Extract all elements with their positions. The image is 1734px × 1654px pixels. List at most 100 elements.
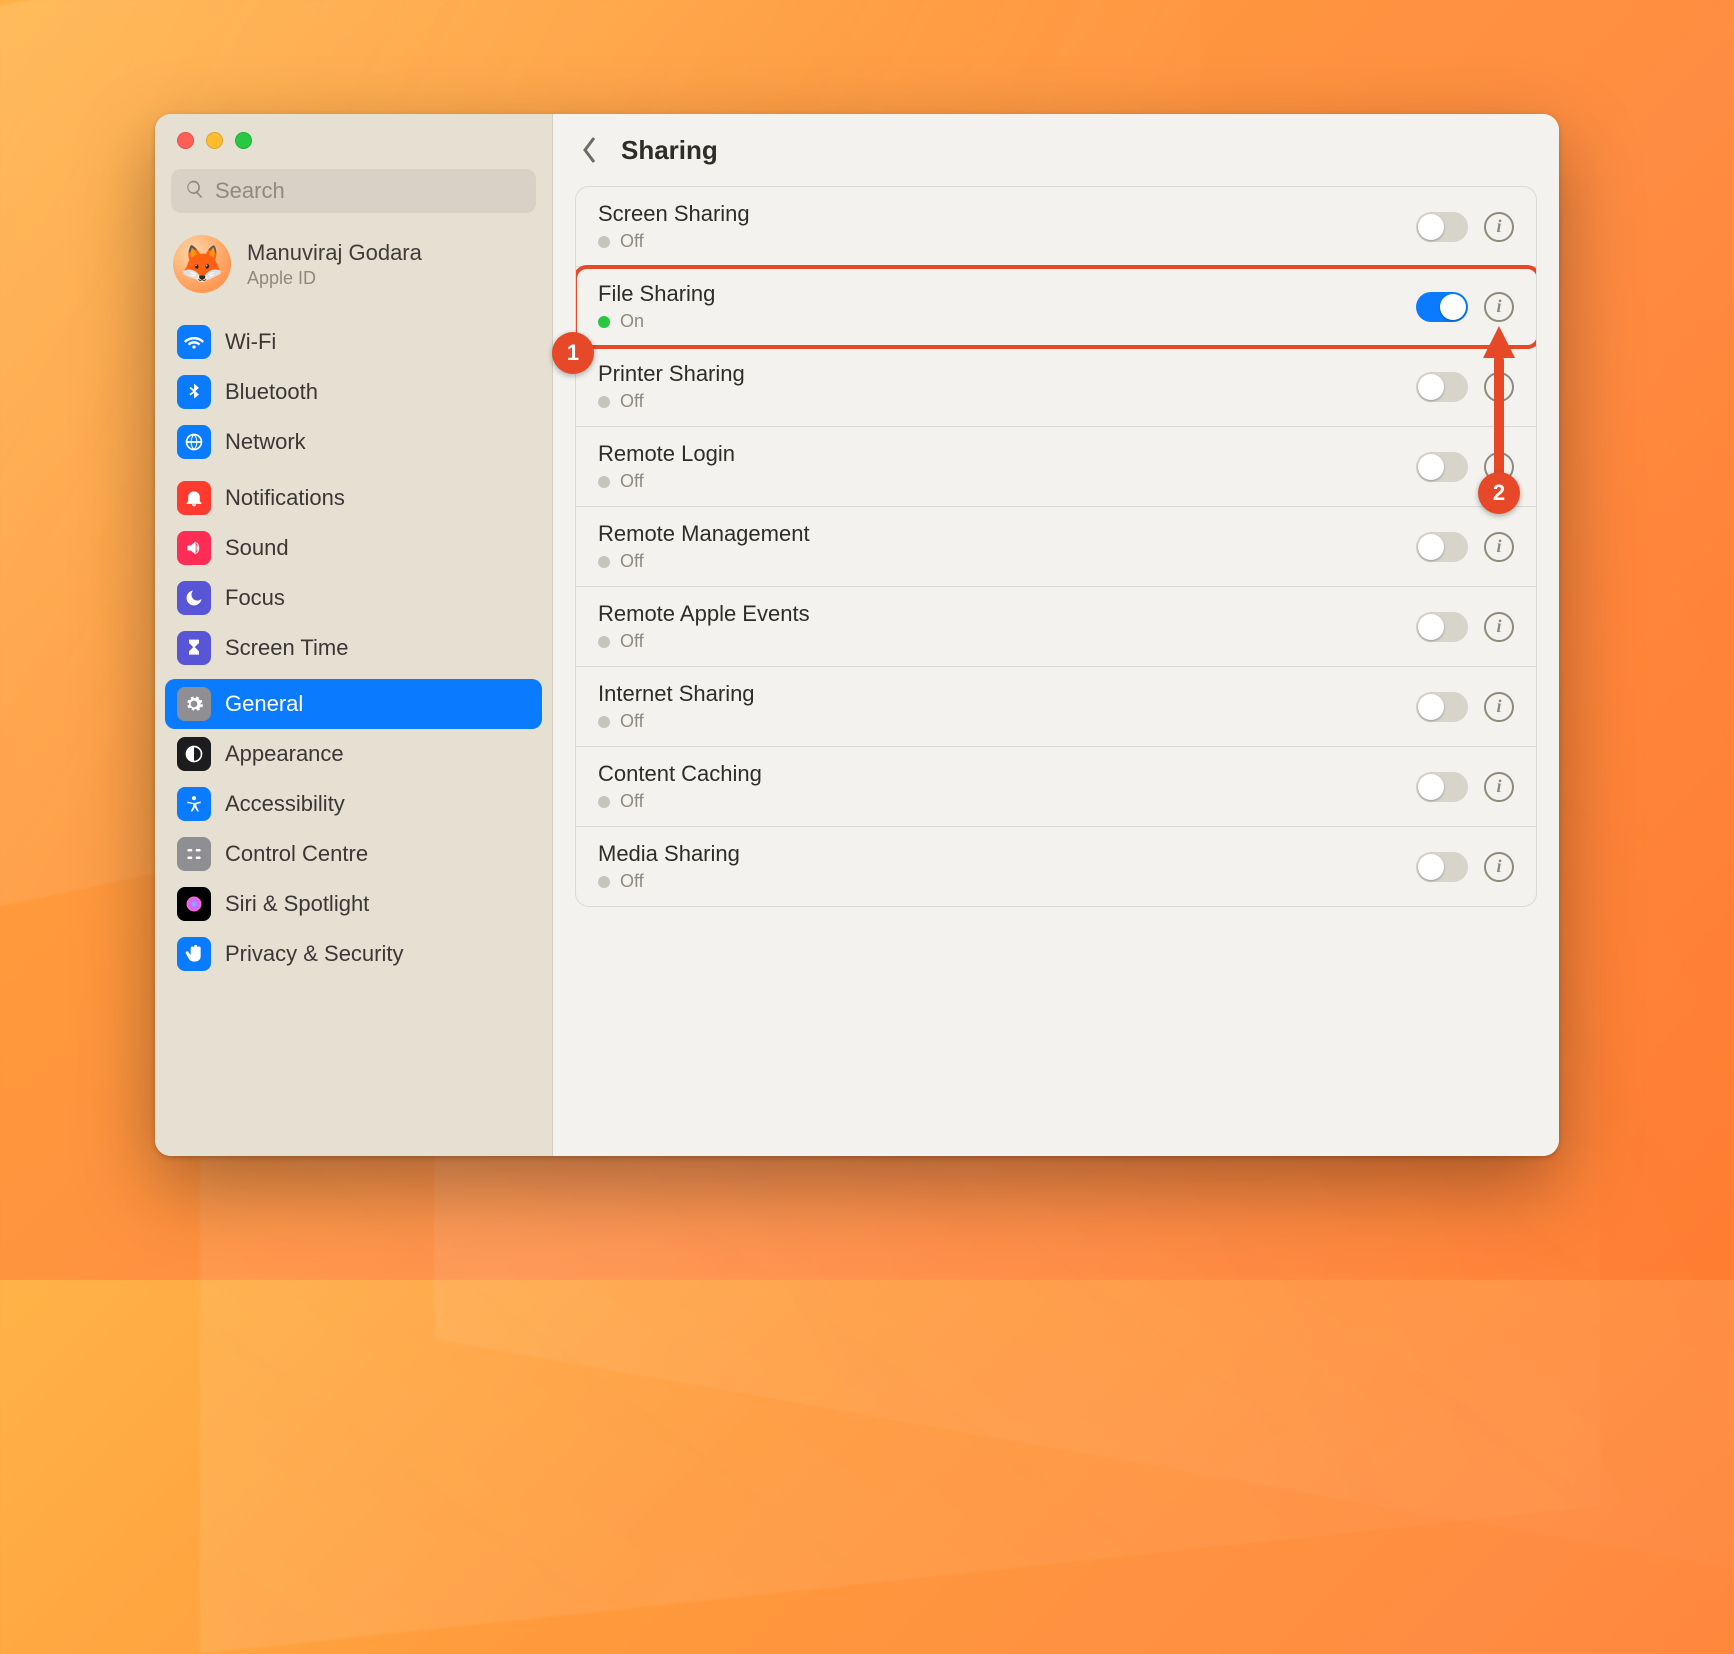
- moon-icon: [177, 581, 211, 615]
- sidebar-item-screen-time[interactable]: Screen Time: [165, 623, 542, 673]
- sidebar-nav: Wi-Fi Bluetooth Network Notifications Sound F…: [155, 311, 552, 979]
- sharing-row-file-sharing: File SharingOni: [576, 266, 1536, 346]
- row-title: Remote Apple Events: [598, 601, 1416, 627]
- sidebar-item-control-centre[interactable]: Control Centre: [165, 829, 542, 879]
- annotation-badge-2: 2: [1478, 472, 1520, 514]
- row-title: Printer Sharing: [598, 361, 1416, 387]
- status-dot: [598, 876, 610, 888]
- row-title: Media Sharing: [598, 841, 1416, 867]
- content-titlebar: Sharing: [553, 114, 1559, 186]
- search-input[interactable]: [215, 178, 522, 204]
- sidebar-item-label: Sound: [225, 535, 289, 561]
- globe-icon: [177, 425, 211, 459]
- sharing-panel: Screen SharingOffiFile SharingOniPrinter…: [575, 186, 1537, 907]
- row-title: Content Caching: [598, 761, 1416, 787]
- bluetooth-icon: [177, 375, 211, 409]
- page-title: Sharing: [621, 135, 718, 166]
- status-text: Off: [620, 231, 644, 252]
- info-button-remote-apple-events[interactable]: i: [1484, 612, 1514, 642]
- info-button-media-sharing[interactable]: i: [1484, 852, 1514, 882]
- info-button-remote-management[interactable]: i: [1484, 532, 1514, 562]
- sidebar-item-wi-fi[interactable]: Wi-Fi: [165, 317, 542, 367]
- sidebar-item-accessibility[interactable]: Accessibility: [165, 779, 542, 829]
- sidebar-item-label: Focus: [225, 585, 285, 611]
- apple-id-account[interactable]: 🦊 Manuviraj Godara Apple ID: [155, 227, 552, 311]
- status-text: Off: [620, 791, 644, 812]
- info-button-internet-sharing[interactable]: i: [1484, 692, 1514, 722]
- sharing-row-remote-management: Remote Management Off i: [576, 506, 1536, 586]
- toggle-internet-sharing[interactable]: [1416, 692, 1468, 722]
- toggle-remote-management[interactable]: [1416, 532, 1468, 562]
- sharing-row-content-caching: Content Caching Off i: [576, 746, 1536, 826]
- sidebar-item-sound[interactable]: Sound: [165, 523, 542, 573]
- sidebar-item-label: Bluetooth: [225, 379, 318, 405]
- sidebar-item-label: Appearance: [225, 741, 344, 767]
- content-pane: Sharing Screen SharingOffiFile SharingOn…: [553, 114, 1559, 1156]
- sidebar-item-privacy-security[interactable]: Privacy & Security: [165, 929, 542, 979]
- status-text: Off: [620, 631, 644, 652]
- sidebar-item-label: Wi-Fi: [225, 329, 276, 355]
- toggle-printer-sharing[interactable]: [1416, 372, 1468, 402]
- close-window-button[interactable]: [177, 132, 194, 149]
- status-dot: [598, 396, 610, 408]
- control-icon: [177, 837, 211, 871]
- wifi-icon: [177, 325, 211, 359]
- row-title: Screen Sharing: [598, 201, 1416, 227]
- toggle-remote-apple-events[interactable]: [1416, 612, 1468, 642]
- sidebar-item-bluetooth[interactable]: Bluetooth: [165, 367, 542, 417]
- sharing-row-remote-login: Remote LoginOffi: [576, 426, 1536, 506]
- siri-icon: [177, 887, 211, 921]
- minimize-window-button[interactable]: [206, 132, 223, 149]
- row-title: Remote Login: [598, 441, 1416, 467]
- info-button-file-sharing[interactable]: i: [1484, 292, 1514, 322]
- sidebar-item-general[interactable]: General: [165, 679, 542, 729]
- sidebar-item-notifications[interactable]: Notifications: [165, 473, 542, 523]
- status-dot: [598, 236, 610, 248]
- toggle-content-caching[interactable]: [1416, 772, 1468, 802]
- sidebar-item-siri-spotlight[interactable]: Siri & Spotlight: [165, 879, 542, 929]
- window-controls: [155, 114, 552, 159]
- hourglass-icon: [177, 631, 211, 665]
- gear-icon: [177, 687, 211, 721]
- accessibility-icon: [177, 787, 211, 821]
- sidebar-item-appearance[interactable]: Appearance: [165, 729, 542, 779]
- back-button[interactable]: [575, 135, 605, 165]
- info-button-screen-sharing[interactable]: i: [1484, 212, 1514, 242]
- toggle-remote-login[interactable]: [1416, 452, 1468, 482]
- status-dot: [598, 476, 610, 488]
- toggle-file-sharing[interactable]: [1416, 292, 1468, 322]
- annotation-arrow: [1481, 326, 1517, 486]
- sidebar-item-label: Privacy & Security: [225, 941, 404, 967]
- account-name: Manuviraj Godara: [247, 240, 422, 266]
- info-button-content-caching[interactable]: i: [1484, 772, 1514, 802]
- status-text: Off: [620, 471, 644, 492]
- account-subtitle: Apple ID: [247, 268, 422, 289]
- status-text: Off: [620, 551, 644, 572]
- speaker-icon: [177, 531, 211, 565]
- zoom-window-button[interactable]: [235, 132, 252, 149]
- sidebar-item-network[interactable]: Network: [165, 417, 542, 467]
- sharing-row-internet-sharing: Internet SharingOffi: [576, 666, 1536, 746]
- row-title: File Sharing: [598, 281, 1416, 307]
- sidebar-item-label: Network: [225, 429, 306, 455]
- sidebar-item-label: General: [225, 691, 303, 717]
- appearance-icon: [177, 737, 211, 771]
- search-field[interactable]: [171, 169, 536, 213]
- row-title: Remote Management: [598, 521, 1416, 547]
- status-dot: [598, 796, 610, 808]
- status-text: Off: [620, 711, 644, 732]
- toggle-screen-sharing[interactable]: [1416, 212, 1468, 242]
- status-text: Off: [620, 871, 644, 892]
- sidebar-item-focus[interactable]: Focus: [165, 573, 542, 623]
- sidebar-item-label: Accessibility: [225, 791, 345, 817]
- sharing-row-screen-sharing: Screen Sharing Off i: [576, 187, 1536, 266]
- hand-icon: [177, 937, 211, 971]
- sidebar: 🦊 Manuviraj Godara Apple ID Wi-Fi Bluetoo…: [155, 114, 553, 1156]
- status-dot: [598, 636, 610, 648]
- sidebar-item-label: Notifications: [225, 485, 345, 511]
- status-dot: [598, 556, 610, 568]
- bell-icon: [177, 481, 211, 515]
- annotation-badge-1: 1: [552, 332, 594, 374]
- toggle-media-sharing[interactable]: [1416, 852, 1468, 882]
- sidebar-item-label: Screen Time: [225, 635, 349, 661]
